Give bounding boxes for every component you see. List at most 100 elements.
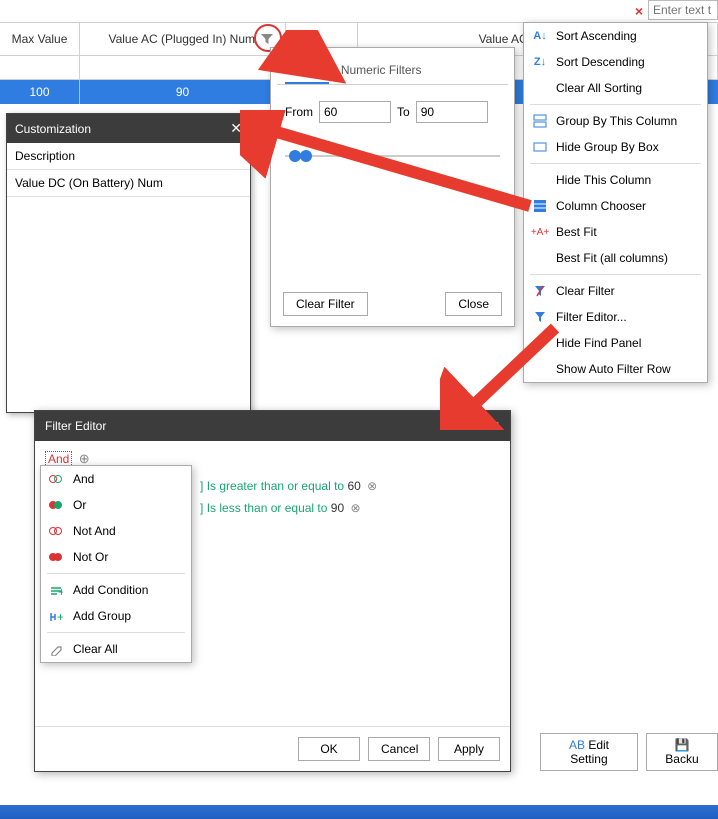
menu-label: Add Group xyxy=(73,609,131,623)
not-or-icon xyxy=(49,552,65,562)
condition-operator[interactable]: Is greater than or equal to xyxy=(207,479,344,493)
backup-button[interactable]: 💾 Backu xyxy=(646,733,718,771)
menu-not-or[interactable]: Not Or xyxy=(41,544,191,570)
menu-label: Or xyxy=(73,498,86,512)
customization-item[interactable]: Description xyxy=(7,143,250,170)
menu-hide-find[interactable]: Hide Find Panel xyxy=(524,330,707,356)
menu-column-chooser[interactable]: Column Chooser xyxy=(524,193,707,219)
menu-label: And xyxy=(73,472,94,486)
to-label: To xyxy=(397,105,410,119)
filter-tabs: Values Numeric Filters xyxy=(277,52,508,85)
customization-title: Customization xyxy=(15,122,91,136)
edit-icon: AB xyxy=(569,738,585,752)
close-button[interactable]: Close xyxy=(445,292,502,316)
group-box-icon xyxy=(532,139,548,155)
close-icon[interactable]: ✕ xyxy=(490,419,500,433)
ok-button[interactable]: OK xyxy=(298,737,360,761)
group-icon xyxy=(532,113,548,129)
filter-condition[interactable]: ] Is less than or equal to 90 ⊗ xyxy=(200,501,500,515)
menu-sort-descending[interactable]: Z↓ Sort Descending xyxy=(524,49,707,75)
header-value-ac-num[interactable]: Value AC (Plugged In) Num xyxy=(80,23,286,55)
filter-icon[interactable] xyxy=(259,31,275,47)
menu-or[interactable]: Or xyxy=(41,492,191,518)
range-slider[interactable] xyxy=(285,147,500,165)
not-and-icon xyxy=(49,526,65,536)
menu-clear-filter[interactable]: Clear Filter xyxy=(524,278,707,304)
menu-label: Hide Group By Box xyxy=(556,140,659,154)
sort-desc-icon: Z↓ xyxy=(532,54,548,70)
column-context-menu: A↓ Sort Ascending Z↓ Sort Descending Cle… xyxy=(523,22,708,383)
menu-hide-column[interactable]: Hide This Column xyxy=(524,167,707,193)
filter-condition[interactable]: ] Is greater than or equal to 60 ⊗ xyxy=(200,479,500,493)
menu-add-group[interactable]: + Add Group xyxy=(41,603,191,629)
menu-sort-ascending[interactable]: A↓ Sort Ascending xyxy=(524,23,707,49)
slider-handle-to[interactable] xyxy=(300,150,312,162)
menu-label: Show Auto Filter Row xyxy=(556,362,671,376)
menu-label: Sort Ascending xyxy=(556,29,637,43)
condition-field-suffix: ] xyxy=(200,479,203,493)
menu-label: Filter Editor... xyxy=(556,310,627,324)
menu-filter-editor[interactable]: Filter Editor... xyxy=(524,304,707,330)
tab-values[interactable]: Values xyxy=(285,60,329,84)
add-group-icon: + xyxy=(49,611,65,621)
add-condition-icon[interactable]: ⊕ xyxy=(79,451,90,466)
filter-popup: Values Numeric Filters From To Clear Fil… xyxy=(270,47,515,327)
bottom-toolbar: AB Edit Setting 💾 Backu xyxy=(540,723,718,781)
tab-numeric-filters[interactable]: Numeric Filters xyxy=(337,60,426,84)
apply-button[interactable]: Apply xyxy=(438,737,500,761)
clear-filter-icon xyxy=(532,283,548,299)
from-input[interactable] xyxy=(319,101,391,123)
menu-best-fit-all[interactable]: Best Fit (all columns) xyxy=(524,245,707,271)
close-icon[interactable]: ✕ xyxy=(230,120,242,137)
menu-and[interactable]: And xyxy=(41,466,191,492)
svg-text:+: + xyxy=(58,585,63,597)
button-label: Backu xyxy=(665,752,698,766)
condition-value[interactable]: 90 xyxy=(331,501,344,515)
remove-condition-icon[interactable]: ⊗ xyxy=(350,501,360,515)
condition-value[interactable]: 60 xyxy=(347,479,360,493)
menu-show-auto-filter[interactable]: Show Auto Filter Row xyxy=(524,356,707,382)
condition-field-suffix: ] xyxy=(200,501,203,515)
menu-label: Best Fit (all columns) xyxy=(556,251,668,265)
menu-hide-group-box[interactable]: Hide Group By Box xyxy=(524,134,707,160)
clear-filter-button[interactable]: Clear Filter xyxy=(283,292,368,316)
add-condition-icon: + xyxy=(49,585,65,595)
header-label: Value AC (Plugged In) Num xyxy=(108,32,255,46)
from-label: From xyxy=(285,105,313,119)
menu-label: Best Fit xyxy=(556,225,597,239)
header-max-value[interactable]: Max Value xyxy=(0,23,80,55)
menu-group-by[interactable]: Group By This Column xyxy=(524,108,707,134)
menu-label: Sort Descending xyxy=(556,55,645,69)
menu-best-fit[interactable]: +A+ Best Fit xyxy=(524,219,707,245)
menu-label: Add Condition xyxy=(73,583,148,597)
to-input[interactable] xyxy=(416,101,488,123)
svg-text:+: + xyxy=(57,611,63,623)
menu-not-and[interactable]: Not And xyxy=(41,518,191,544)
menu-label: Column Chooser xyxy=(556,199,646,213)
menu-add-condition[interactable]: + Add Condition xyxy=(41,577,191,603)
customization-item[interactable]: Value DC (On Battery) Num xyxy=(7,170,250,197)
search-input[interactable] xyxy=(648,0,718,20)
menu-label: Clear All xyxy=(73,642,118,656)
menu-label: Clear Filter xyxy=(556,284,615,298)
bottom-bar xyxy=(0,805,718,819)
menu-clear-sorting[interactable]: Clear All Sorting xyxy=(524,75,707,101)
menu-label: Not Or xyxy=(73,550,108,564)
or-icon xyxy=(49,500,65,510)
cell-vacn[interactable]: 90 xyxy=(80,80,286,104)
close-icon[interactable]: × xyxy=(635,3,643,19)
column-chooser-icon xyxy=(532,198,548,214)
cell-max[interactable]: 100 xyxy=(0,80,80,104)
and-icon xyxy=(49,474,65,484)
save-icon: 💾 xyxy=(675,738,690,752)
menu-label: Clear All Sorting xyxy=(556,81,642,95)
operator-menu: And Or Not And Not Or + Add Condition + … xyxy=(40,465,192,663)
menu-label: Hide This Column xyxy=(556,173,651,187)
edit-setting-button[interactable]: AB Edit Setting xyxy=(540,733,638,771)
remove-condition-icon[interactable]: ⊗ xyxy=(367,479,377,493)
menu-clear-all[interactable]: Clear All xyxy=(41,636,191,662)
customization-panel: Customization ✕ Description Value DC (On… xyxy=(6,113,251,413)
cancel-button[interactable]: Cancel xyxy=(368,737,430,761)
best-fit-icon: +A+ xyxy=(532,224,548,240)
condition-operator[interactable]: Is less than or equal to xyxy=(207,501,328,515)
